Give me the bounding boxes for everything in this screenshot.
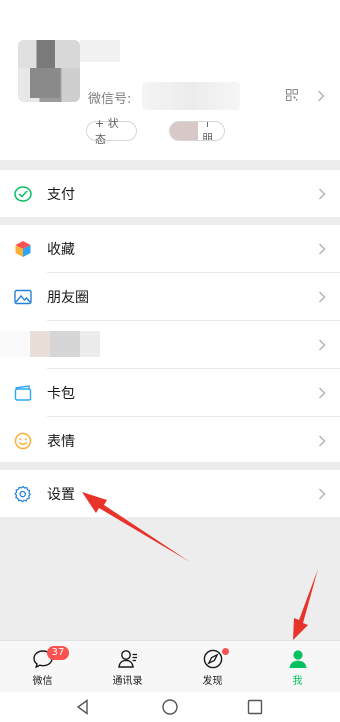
avatar[interactable] [18, 40, 80, 102]
chevron-right-icon [319, 435, 326, 446]
system-navigation-bar [0, 692, 340, 722]
add-status-button[interactable]: + 状态 [86, 117, 137, 146]
chevron-right-icon [319, 188, 326, 199]
contacts-icon [117, 650, 137, 668]
blurred-menu-label [0, 331, 100, 357]
chevron-right-icon [319, 339, 326, 350]
friends-count-label: 2个朋友 [202, 121, 213, 141]
menu-item-blurred[interactable] [0, 321, 340, 368]
new-content-dot [222, 648, 229, 655]
unread-badge: 37 [47, 646, 69, 660]
tab-contacts-label: 通讯录 [112, 676, 143, 687]
chevron-right-icon [319, 387, 326, 398]
chevron-right-icon [319, 243, 326, 254]
wechat-id-label: 微信号: [88, 92, 132, 107]
profile-header[interactable]: 微信号: + 状态 2个朋友 [0, 0, 340, 160]
wechat-id-value-blurred [142, 82, 240, 110]
qr-code-icon[interactable] [286, 89, 298, 101]
status-friends-chip[interactable]: 2个朋友 [169, 121, 225, 141]
wallet-check-icon [14, 185, 32, 202]
menu-item-moments[interactable]: 朋友圈 [0, 273, 340, 320]
menu-item-pay-label: 支付 [47, 186, 75, 203]
cube-icon [15, 240, 31, 257]
menu-item-moments-label: 朋友圈 [47, 289, 89, 306]
person-icon [289, 650, 306, 668]
chevron-right-icon[interactable] [317, 90, 325, 102]
menu-item-settings[interactable]: 设置 [0, 470, 340, 517]
menu-item-settings-label: 设置 [47, 486, 75, 503]
menu-item-favorites-label: 收藏 [47, 241, 75, 258]
pay-section: 支付 [0, 170, 340, 217]
menu-item-cards-label: 卡包 [47, 385, 75, 402]
tab-contacts[interactable]: 通讯录 [85, 641, 170, 693]
card-holder-icon [14, 384, 32, 401]
landscape-photo-icon [14, 289, 32, 304]
menu-item-cards[interactable]: 卡包 [0, 369, 340, 416]
smiley-icon [14, 432, 32, 449]
tab-discover[interactable]: 发现 [170, 641, 255, 693]
add-status-label: + 状态 [95, 117, 119, 146]
arrow-to-me-tab [293, 569, 318, 640]
tab-discover-label: 发现 [202, 676, 223, 687]
tab-me[interactable]: 我 [255, 641, 340, 693]
blurred-nickname [80, 40, 120, 62]
services-section: 收藏 朋友圈 卡包 表情 [0, 225, 340, 462]
me-page: 微信号: + 状态 2个朋友 支付 [0, 0, 340, 722]
home-circle-icon[interactable] [161, 698, 179, 716]
chevron-right-icon [319, 291, 326, 302]
friend-avatar-blurred [170, 122, 198, 140]
tab-me-label: 我 [292, 676, 303, 687]
menu-item-stickers-label: 表情 [47, 433, 75, 450]
chevron-right-icon [319, 488, 326, 499]
back-triangle-icon[interactable] [74, 698, 92, 716]
recents-square-icon[interactable] [246, 698, 264, 716]
gear-icon [14, 485, 32, 502]
bottom-tab-bar: 37 微信 通讯录 发现 我 [0, 640, 340, 692]
settings-section: 设置 [0, 470, 340, 517]
menu-item-pay[interactable]: 支付 [0, 170, 340, 217]
compass-icon [203, 649, 222, 669]
tab-chats[interactable]: 37 微信 [0, 641, 85, 693]
menu-item-stickers[interactable]: 表情 [0, 417, 340, 464]
menu-item-favorites[interactable]: 收藏 [0, 225, 340, 272]
tab-chats-label: 微信 [32, 676, 53, 687]
